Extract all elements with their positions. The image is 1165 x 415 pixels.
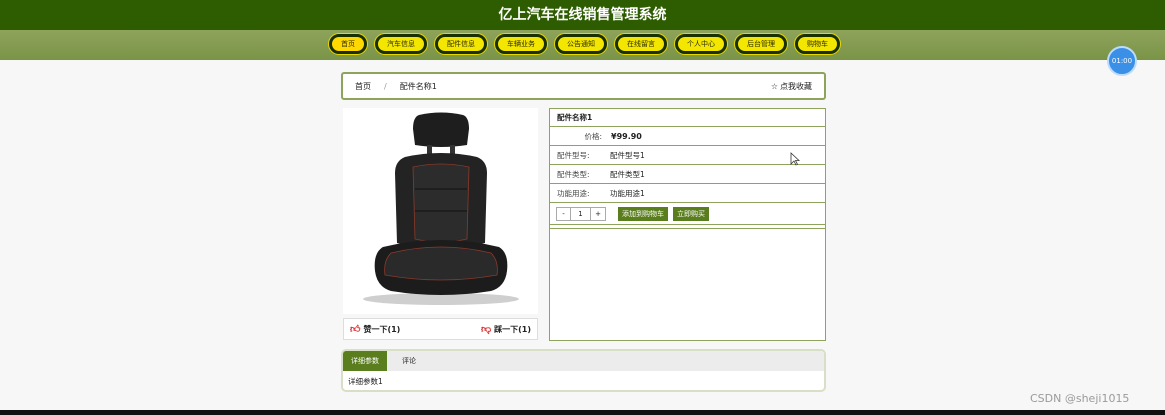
field-label: 配件类型: xyxy=(557,169,590,179)
nav-item-business[interactable]: 车辆业务 xyxy=(494,33,548,55)
field-row: 配件类型: 配件类型1 xyxy=(550,165,825,184)
field-value: 功能用途1 xyxy=(610,188,645,198)
watermark: CSDN @sheji1015 xyxy=(1030,392,1130,405)
nav-item-profile[interactable]: 个人中心 xyxy=(674,33,728,55)
buy-now-button[interactable]: 立即购买 xyxy=(673,206,709,221)
nav-item-cars[interactable]: 汽车信息 xyxy=(374,33,428,55)
nav-label[interactable]: 首页 xyxy=(332,37,364,51)
vote-bar: 👍︎ 赞一下(1) 👎︎ 踩一下(1) xyxy=(343,318,538,340)
star-icon: ☆ xyxy=(770,81,778,91)
breadcrumb-current: 配件名称1 xyxy=(399,81,437,91)
tab-comments[interactable]: 评论 xyxy=(394,351,424,371)
countdown-timer[interactable]: 01:00 xyxy=(1107,46,1137,76)
thumbs-up-icon: 👍︎ xyxy=(350,324,361,335)
field-label: 功能用途: xyxy=(557,188,590,198)
breadcrumb: 首页 / 配件名称1 ☆ 点我收藏 xyxy=(341,72,826,100)
product-info: 配件名称1 价格: ¥99.90 配件型号: 配件型号1 配件类型: 配件类型1… xyxy=(549,108,826,341)
nav-item-admin[interactable]: 后台管理 xyxy=(734,33,788,55)
detail-tabs: 详细参数 评论 详细参数1 xyxy=(341,349,826,392)
purchase-actions: - 1 + 添加到购物车 立即购买 xyxy=(550,203,825,225)
nav-label[interactable]: 在线留言 xyxy=(618,37,664,51)
qty-minus-button[interactable]: - xyxy=(557,207,571,220)
tab-bar: 详细参数 评论 xyxy=(343,351,824,371)
add-to-cart-button[interactable]: 添加到购物车 xyxy=(618,206,668,221)
favorite-button[interactable]: ☆ 点我收藏 xyxy=(771,81,812,92)
nav-label[interactable]: 车辆业务 xyxy=(498,37,544,51)
field-value: 配件类型1 xyxy=(610,169,645,179)
app-title: 亿上汽车在线销售管理系统 xyxy=(0,0,1165,30)
bottom-border xyxy=(0,410,1165,415)
nav-label[interactable]: 公告通知 xyxy=(558,37,604,51)
like-button[interactable]: 👍︎ 赞一下(1) xyxy=(350,323,400,335)
price-row: 价格: ¥99.90 xyxy=(550,127,825,146)
mouse-cursor-icon xyxy=(790,152,800,166)
dislike-button[interactable]: 👎︎ 踩一下(1) xyxy=(481,323,531,335)
product-image xyxy=(343,108,538,314)
thumbs-down-icon: 👎︎ xyxy=(480,324,492,335)
field-label: 配件型号: xyxy=(557,150,590,160)
nav-label[interactable]: 汽车信息 xyxy=(378,37,424,51)
quantity-stepper: - 1 + xyxy=(556,206,606,221)
nav-item-home[interactable]: 首页 xyxy=(328,33,368,55)
nav-label[interactable]: 配件信息 xyxy=(438,37,484,51)
nav-label[interactable]: 购物车 xyxy=(798,37,837,51)
tab-details[interactable]: 详细参数 xyxy=(343,351,387,371)
car-seat-image xyxy=(362,112,519,305)
nav-label[interactable]: 个人中心 xyxy=(678,37,724,51)
tab-content: 详细参数1 xyxy=(348,377,383,386)
breadcrumb-separator: / xyxy=(384,81,387,91)
nav-item-cart[interactable]: 购物车 xyxy=(794,33,841,55)
nav-item-messages[interactable]: 在线留言 xyxy=(614,33,668,55)
top-nav: 首页 汽车信息 配件信息 车辆业务 公告通知 在线留言 个人中心 后台管理 购物… xyxy=(0,30,1165,60)
nav-item-parts[interactable]: 配件信息 xyxy=(434,33,488,55)
qty-input[interactable]: 1 xyxy=(571,207,591,220)
favorite-label: 点我收藏 xyxy=(780,81,812,91)
field-value: 配件型号1 xyxy=(610,150,645,160)
like-label: 赞一下(1) xyxy=(363,324,401,334)
field-row: 功能用途: 功能用途1 xyxy=(550,184,825,203)
qty-plus-button[interactable]: + xyxy=(591,208,605,220)
breadcrumb-home[interactable]: 首页 xyxy=(355,81,371,92)
nav-item-notices[interactable]: 公告通知 xyxy=(554,33,608,55)
field-row: 配件型号: 配件型号1 xyxy=(550,146,825,165)
dislike-label: 踩一下(1) xyxy=(494,324,531,334)
product-name: 配件名称1 xyxy=(550,109,825,127)
divider xyxy=(550,225,825,229)
nav-label[interactable]: 后台管理 xyxy=(738,37,784,51)
price-value: ¥99.90 xyxy=(611,131,642,141)
price-label: 价格: xyxy=(584,131,602,141)
